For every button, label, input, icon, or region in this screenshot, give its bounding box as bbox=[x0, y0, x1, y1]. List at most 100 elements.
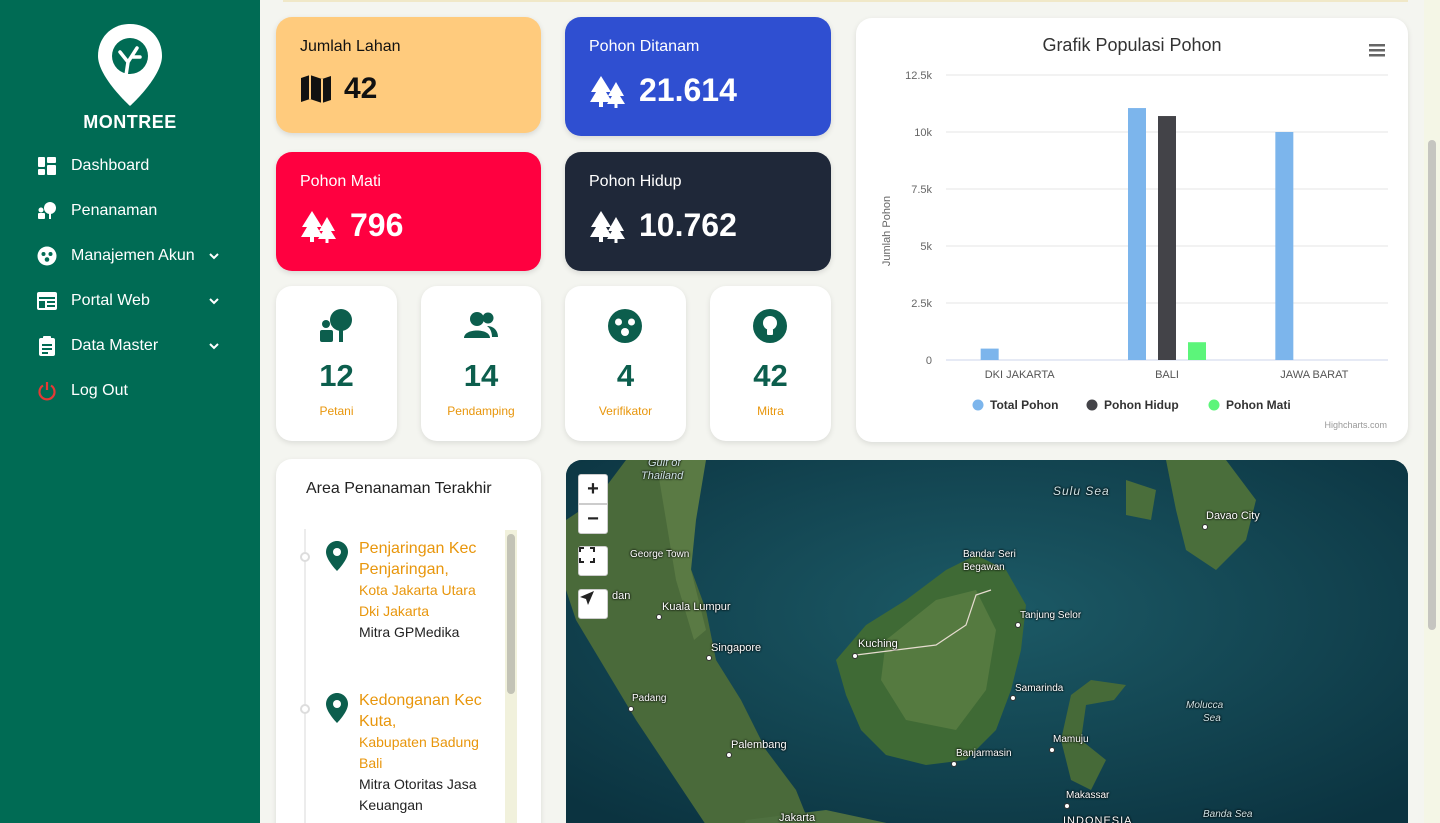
fullscreen-icon bbox=[579, 547, 595, 563]
chart-legend: Total Pohon Pohon Hidup Pohon Mati bbox=[972, 398, 1291, 412]
legend-item[interactable]: Pohon Mati bbox=[1208, 398, 1291, 412]
satellite-map-image bbox=[566, 460, 1408, 823]
menu-icon[interactable] bbox=[1369, 44, 1385, 57]
top-divider bbox=[283, 0, 1408, 2]
map-label: Thailand bbox=[641, 470, 684, 482]
stat-title: Pohon Mati bbox=[300, 173, 381, 190]
y-tick-label: 5k bbox=[920, 241, 932, 253]
stat-card-pohon-ditanam: Pohon Ditanam 21.614 bbox=[565, 17, 831, 136]
location-pin-icon bbox=[326, 693, 348, 723]
sidebar-item-data-master[interactable]: Data Master bbox=[0, 323, 260, 368]
sidebar-item-log-out[interactable]: Log Out bbox=[0, 368, 260, 413]
y-axis-label: Jumlah Pohon bbox=[881, 196, 893, 266]
bar-pohon-hidup[interactable] bbox=[1158, 116, 1176, 360]
sidebar: MONTREE Dashboard Penanaman Manajemen Ak… bbox=[0, 0, 260, 823]
zoom-in-button[interactable]: + bbox=[578, 474, 608, 504]
entry-city: Kota Jakarta Utara bbox=[359, 582, 476, 598]
bar-total-pohon[interactable] bbox=[980, 348, 999, 360]
bar-pohon-mati[interactable] bbox=[1188, 342, 1206, 360]
entry-title-line1: Penjaringan Kec bbox=[359, 540, 477, 557]
tree-pin-icon bbox=[98, 24, 162, 106]
entry-title-line2: Penjaringan, bbox=[359, 561, 449, 578]
stat-value: 21.614 bbox=[639, 72, 737, 108]
entry-city: Kabupaten Badung bbox=[359, 734, 479, 750]
entry-mitra: Mitra Otoritas Jasa bbox=[359, 776, 477, 792]
list-scrollbar[interactable] bbox=[505, 530, 517, 823]
clipboard-icon bbox=[37, 335, 57, 356]
mini-card-mitra: 42 Mitra bbox=[710, 286, 831, 441]
stat-card-pohon-mati: Pohon Mati 796 bbox=[276, 152, 541, 271]
sidebar-item-manajemen-akun[interactable]: Manajemen Akun bbox=[0, 233, 260, 278]
tree-population-chart: Grafik Populasi Pohon Jumlah Pohon 0 2.5k… bbox=[881, 35, 1388, 430]
location-pin-icon bbox=[326, 541, 348, 571]
bar-total-pohon[interactable] bbox=[1275, 132, 1294, 360]
chart-bars bbox=[980, 108, 1294, 360]
chevron-down-icon[interactable] bbox=[208, 250, 220, 262]
chevron-down-icon[interactable] bbox=[208, 295, 220, 307]
map-label: Sulu Sea bbox=[1053, 484, 1110, 498]
sidebar-item-portal-web[interactable]: Portal Web bbox=[0, 278, 260, 323]
page-scroll-thumb[interactable] bbox=[1428, 140, 1436, 630]
map-label: Samarinda bbox=[1015, 683, 1064, 694]
users-icon bbox=[464, 312, 498, 338]
legend-marker bbox=[1086, 399, 1098, 411]
map-city-dot bbox=[628, 706, 634, 712]
legend-item[interactable]: Total Pohon bbox=[972, 398, 1059, 412]
x-axis-labels: DKI JAKARTA BALI JAWA BARAT bbox=[985, 369, 1349, 381]
stat-value: 796 bbox=[350, 207, 404, 243]
x-tick-label: BALI bbox=[1155, 369, 1179, 381]
mini-card-petani: 12 Petani bbox=[276, 286, 397, 441]
stat-title: Pohon Ditanam bbox=[589, 38, 700, 55]
mini-value: 4 bbox=[616, 358, 635, 393]
page-scrollbar[interactable] bbox=[1424, 0, 1440, 823]
entry-title-line1: Kedonganan Kec bbox=[359, 692, 482, 709]
y-tick-label: 12.5k bbox=[905, 70, 932, 82]
list-scroll-thumb[interactable] bbox=[507, 534, 515, 694]
legend-item[interactable]: Pohon Hidup bbox=[1086, 398, 1179, 412]
y-tick-label: 7.5k bbox=[911, 184, 932, 196]
sidebar-item-label: Dashboard bbox=[71, 156, 150, 174]
legend-marker bbox=[972, 399, 984, 411]
legend-label: Pohon Hidup bbox=[1104, 398, 1179, 412]
timeline-dot bbox=[300, 552, 310, 562]
chevron-down-icon[interactable] bbox=[208, 340, 220, 352]
map-label: Singapore bbox=[711, 642, 762, 654]
map-label: Kuching bbox=[858, 638, 898, 650]
map-label: dan bbox=[612, 590, 631, 602]
power-icon bbox=[37, 381, 57, 401]
map-city-dot bbox=[1202, 524, 1208, 530]
stat-title: Pohon Hidup bbox=[589, 173, 682, 190]
mini-label: Mitra bbox=[757, 404, 784, 418]
map-label: Tanjung Selor bbox=[1020, 610, 1082, 621]
planting-map[interactable]: + − Gulf of Thailand Sulu Sea Davao City… bbox=[566, 460, 1408, 823]
mini-label: Petani bbox=[319, 404, 354, 418]
map-label: Makassar bbox=[1066, 790, 1110, 801]
timeline-dot bbox=[300, 704, 310, 714]
map-city-dot bbox=[852, 653, 858, 659]
x-tick-label: DKI JAKARTA bbox=[985, 369, 1056, 381]
map-label: Kuala Lumpur bbox=[662, 601, 731, 613]
map-label: George Town bbox=[630, 549, 690, 560]
chart-credits[interactable]: Highcharts.com bbox=[1324, 420, 1387, 430]
map-city-dot bbox=[656, 614, 662, 620]
stat-card-pohon-hidup: Pohon Hidup 10.762 bbox=[565, 152, 831, 271]
bar-total-pohon[interactable] bbox=[1128, 108, 1146, 360]
mini-card-verifikator: 4 Verifikator bbox=[565, 286, 686, 441]
map-city-dot bbox=[726, 752, 732, 758]
sidebar-nav: Dashboard Penanaman Manajemen Akun Porta… bbox=[0, 143, 260, 413]
brand-name: MONTREE bbox=[83, 112, 177, 132]
recent-planting-title: Area Penanaman Terakhir bbox=[306, 480, 492, 497]
chart-grid: 0 2.5k 5k 7.5k 10k 12.5k bbox=[905, 70, 1388, 367]
fullscreen-button[interactable] bbox=[578, 546, 608, 576]
map-label: Banjarmasin bbox=[956, 748, 1012, 759]
map-label: Jakarta bbox=[779, 812, 816, 823]
map-city-dot bbox=[1064, 803, 1070, 809]
locate-button[interactable] bbox=[578, 589, 608, 619]
zoom-out-button[interactable]: − bbox=[578, 504, 608, 534]
sidebar-item-dashboard[interactable]: Dashboard bbox=[0, 143, 260, 188]
sidebar-item-penanaman[interactable]: Penanaman bbox=[0, 188, 260, 233]
web-portal-icon bbox=[37, 291, 57, 311]
legend-marker bbox=[1208, 399, 1220, 411]
mini-card-pendamping: 14 Pendamping bbox=[421, 286, 541, 441]
map-label: Palembang bbox=[731, 739, 787, 751]
